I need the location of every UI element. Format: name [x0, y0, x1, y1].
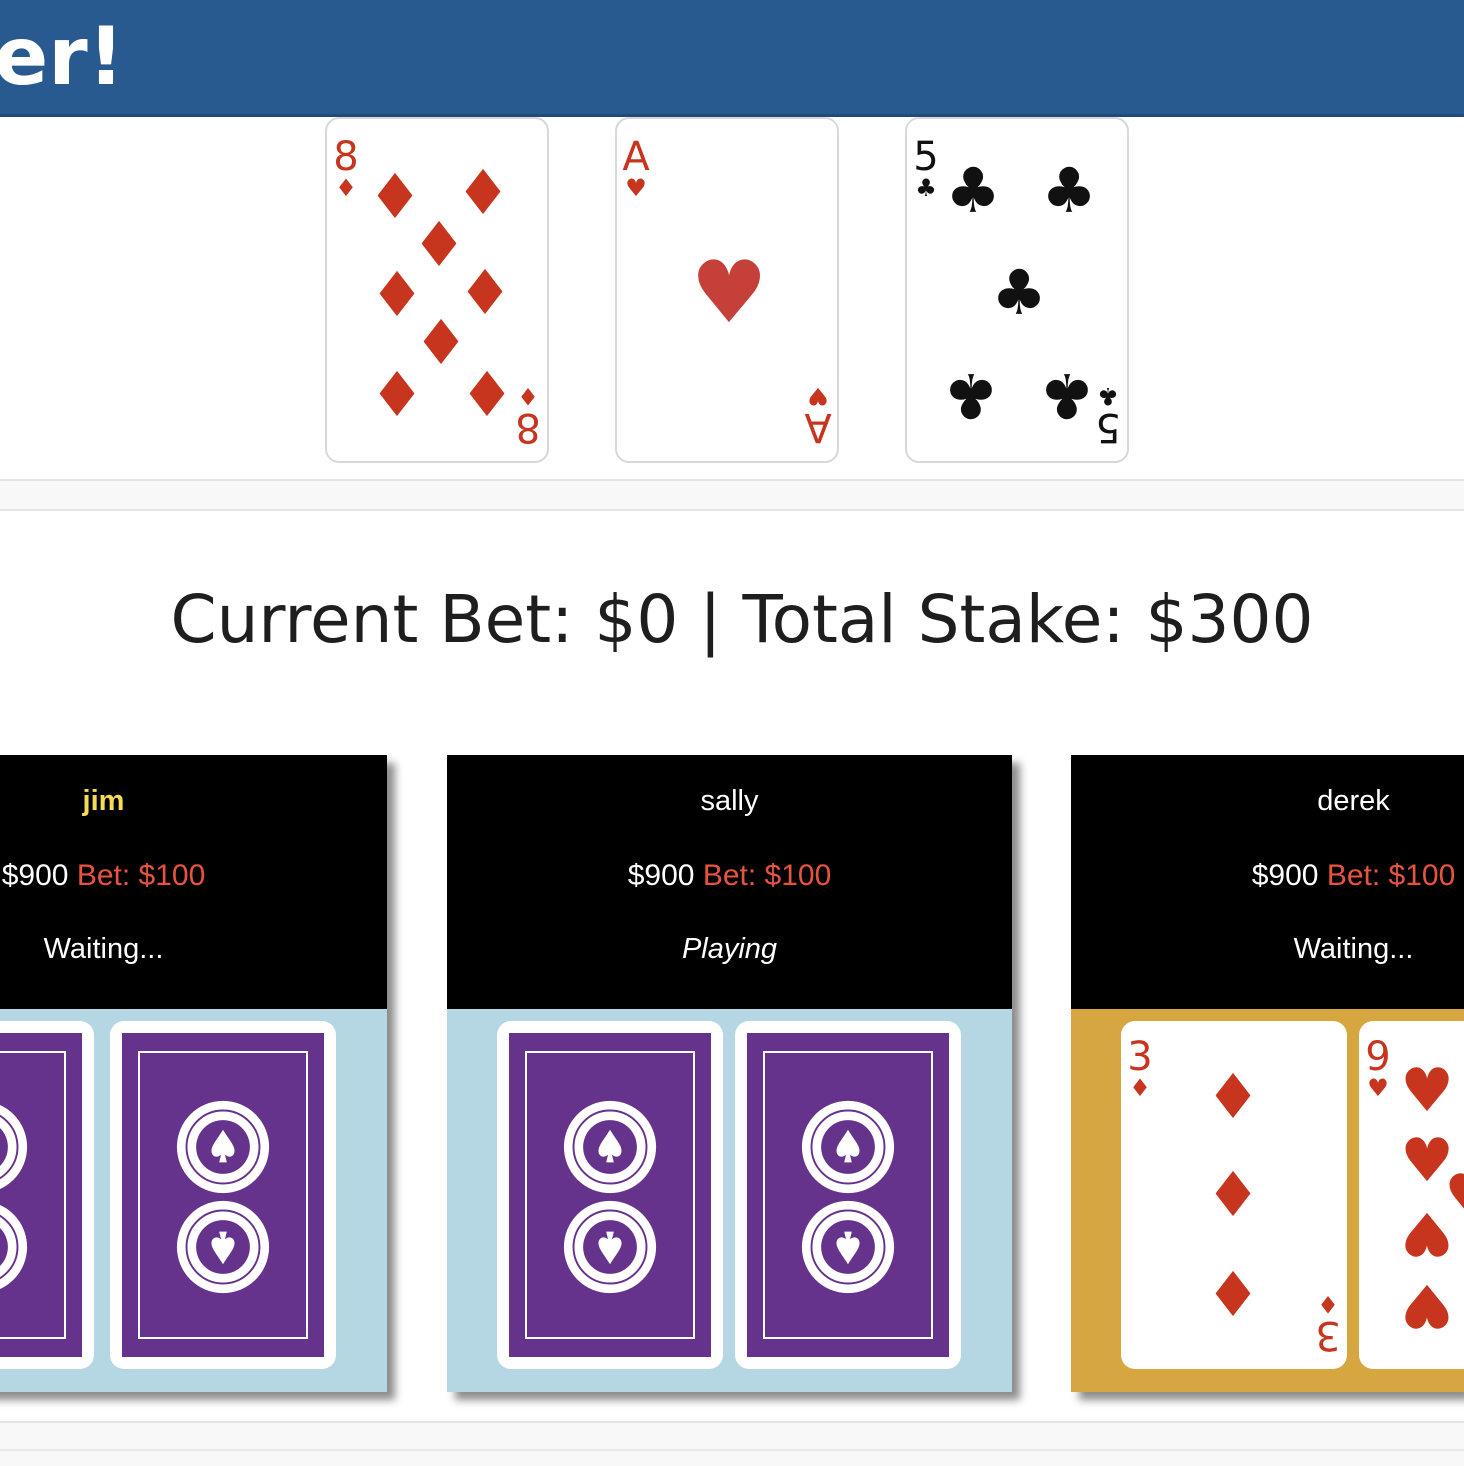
player-status: Waiting...	[1293, 933, 1414, 965]
club-icon: ♣	[915, 174, 937, 202]
diamond-icon: ♦	[369, 358, 425, 431]
heart-icon: ♥	[1400, 1270, 1454, 1340]
community-card-2: A ♥ A ♥ ♥	[615, 117, 839, 463]
player-name: derek	[1317, 785, 1390, 817]
heart-icon: ♥	[1400, 1056, 1454, 1126]
heart-icon: ♥	[1444, 1167, 1464, 1227]
player-money-line: $900 Bet: $100	[1071, 859, 1464, 893]
card-rank: 9	[1365, 1034, 1391, 1080]
acbl-seal-icon	[176, 1200, 270, 1294]
community-card-1: 8 ♦ 8 ♦ ♦ ♦ ♦ ♦ ♦ ♦ ♦ ♦	[325, 117, 549, 463]
club-icon: ♣	[1039, 359, 1095, 432]
club-icon: ♣	[991, 256, 1047, 329]
diamond-icon: ♦	[459, 358, 515, 431]
club-icon: ♣	[1041, 154, 1097, 227]
card-rank: 5	[913, 134, 939, 180]
player-card-1: 3 ♦ 3 ♦ ♦ ♦ ♦	[1121, 1021, 1347, 1369]
community-card-3: 5 ♣ 5 ♣ ♣ ♣ ♣ ♣ ♣	[905, 117, 1129, 463]
bet-status: Current Bet: $0 | Total Stake: $300	[170, 581, 1314, 658]
acbl-seal-icon	[563, 1100, 657, 1194]
player-seat-sally: sally $900 Bet: $100 Playing	[447, 755, 1012, 1392]
card-rank: 8	[333, 134, 359, 180]
diamond-icon: ♦	[1205, 1158, 1261, 1231]
card-rank: A	[622, 134, 650, 180]
card-rank: 5	[1095, 404, 1121, 450]
card-rank: 3	[1315, 1312, 1341, 1358]
card-back	[110, 1021, 336, 1369]
player-status: Playing	[681, 933, 778, 965]
diamond-icon: ♦	[1129, 1074, 1151, 1102]
player-hand: 3 ♦ 3 ♦ ♦ ♦ ♦ 9 ♥ ♥ ♥ ♥ ♥ ♥	[1071, 1009, 1464, 1392]
club-icon: ♣	[943, 359, 999, 432]
heart-icon: ♥	[625, 174, 647, 202]
club-icon: ♣	[945, 154, 1001, 227]
player-stack: $900	[627, 859, 695, 892]
player-money-line: $900 Bet: $100	[0, 859, 267, 893]
player-bet: Bet: $100	[702, 859, 832, 892]
diamond-icon: ♦	[335, 174, 357, 202]
acbl-seal-icon	[0, 1205, 28, 1289]
acbl-seal-icon	[801, 1200, 895, 1294]
player-status: Waiting...	[43, 933, 164, 965]
player-stack: $900	[1, 859, 69, 892]
player-bet: Bet: $100	[76, 859, 206, 892]
heart-icon: ♥	[1367, 1074, 1389, 1102]
player-name: sally	[700, 785, 759, 817]
player-card-2: 9 ♥ ♥ ♥ ♥ ♥ ♥	[1359, 1021, 1464, 1369]
card-back	[735, 1021, 961, 1369]
app-header: er!	[0, 0, 1464, 117]
player-money-line: $900 Bet: $100	[447, 859, 1012, 893]
acbl-seal-icon	[801, 1100, 895, 1194]
diamond-icon: ♦	[1205, 1258, 1261, 1331]
acbl-seal-icon	[176, 1100, 270, 1194]
footer-divider	[0, 1421, 1464, 1466]
card-rank: 3	[1127, 1034, 1153, 1080]
app-title: er!	[0, 10, 125, 103]
acbl-seal-icon	[0, 1105, 28, 1189]
acbl-seal-icon	[563, 1200, 657, 1294]
player-seat-derek: derek $900 Bet: $100 Waiting... 3 ♦ 3 ♦ …	[1071, 755, 1464, 1392]
section-divider	[0, 479, 1464, 511]
player-hand	[0, 1009, 387, 1392]
card-back	[0, 1021, 94, 1369]
card-back	[497, 1021, 723, 1369]
diamond-icon: ♦	[1205, 1060, 1261, 1133]
player-seat-jim: jim $900 Bet: $100 Waiting...	[0, 755, 387, 1392]
heart-icon: ♥	[690, 243, 768, 343]
player-bet: Bet: $100	[1326, 859, 1456, 892]
player-stack: $900	[1251, 859, 1319, 892]
card-rank: A	[804, 404, 832, 450]
card-rank: 8	[515, 404, 541, 450]
player-name: jim	[82, 785, 125, 817]
player-hand	[447, 1009, 1012, 1392]
